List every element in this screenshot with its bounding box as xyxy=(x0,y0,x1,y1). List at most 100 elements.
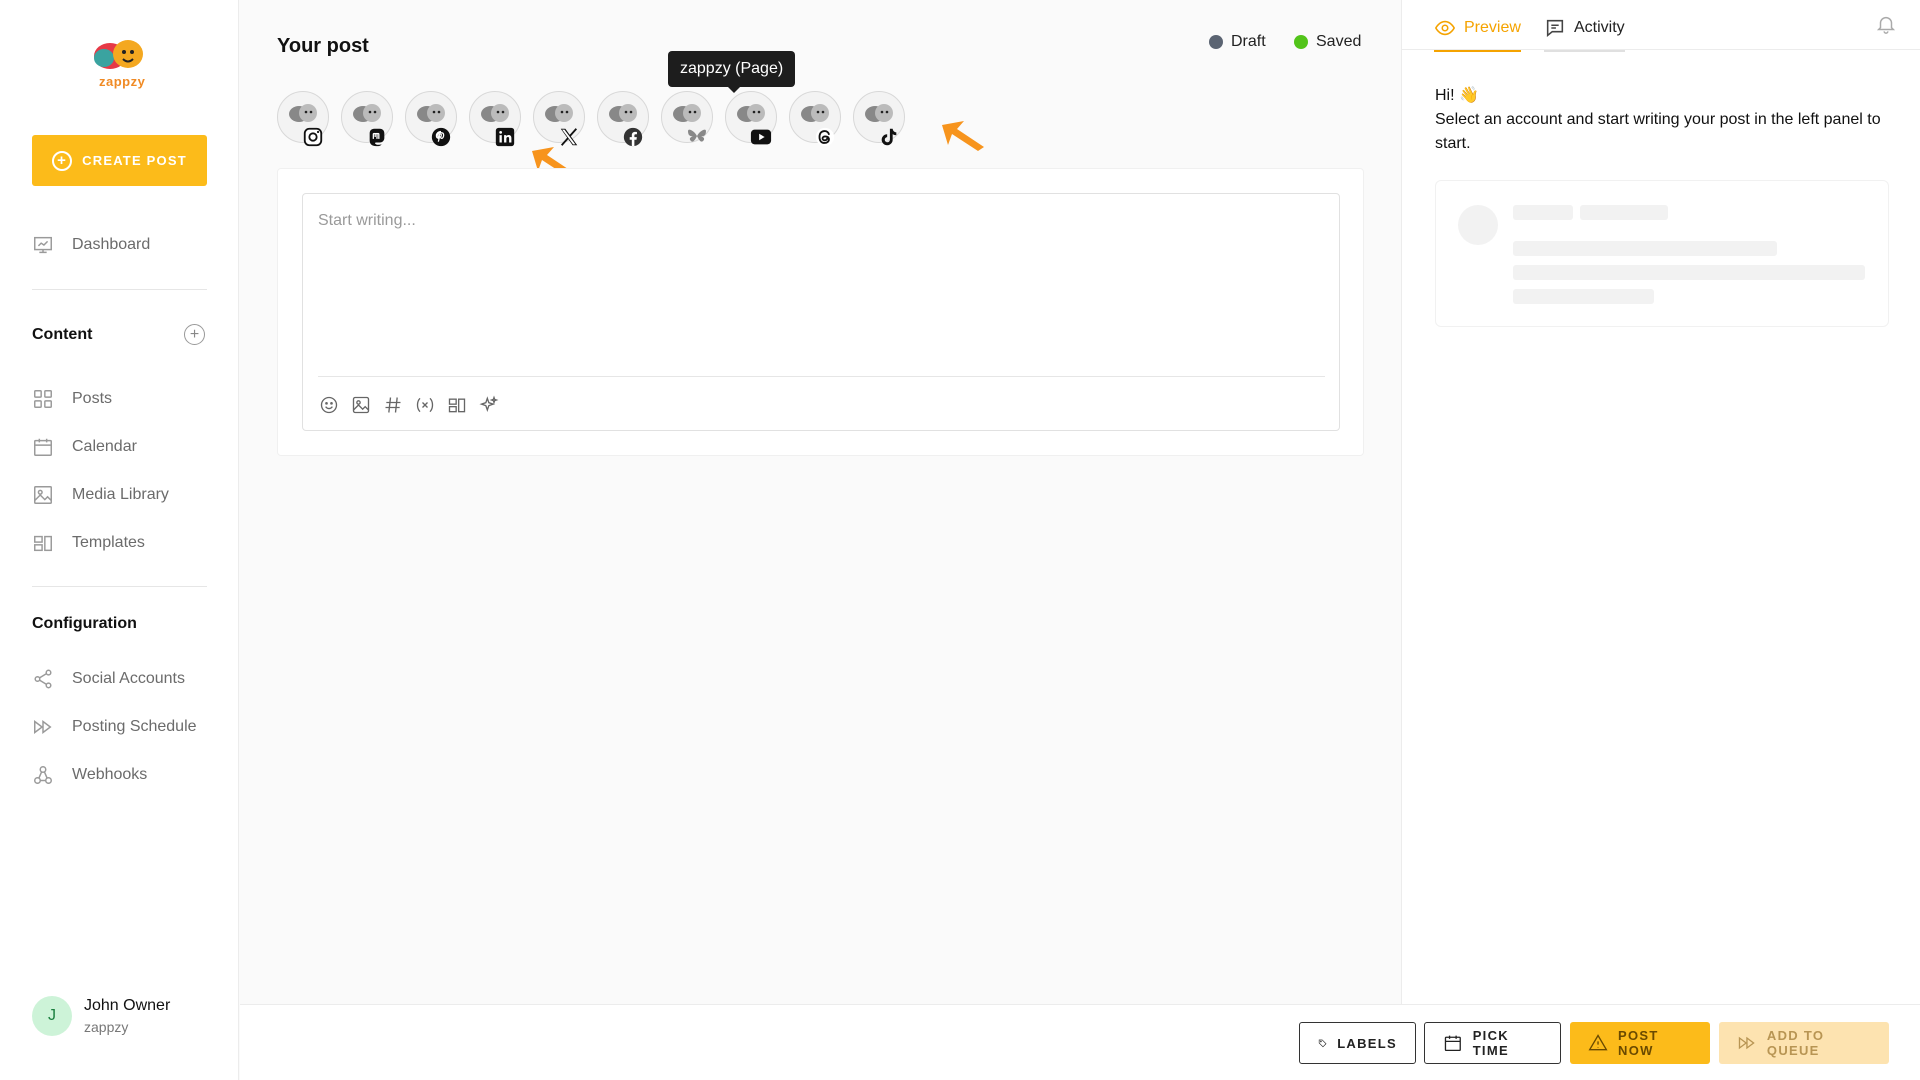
account-x[interactable] xyxy=(533,91,585,149)
labels-button[interactable]: LABELS xyxy=(1299,1022,1416,1064)
dashboard-icon xyxy=(34,236,52,254)
status-saved: Saved xyxy=(1294,33,1361,51)
preview-message: Hi! 👋 Select an account and start writin… xyxy=(1435,84,1895,156)
tab-activity[interactable]: Activity xyxy=(1544,17,1625,52)
content-section-title: Content xyxy=(32,326,93,343)
variable-icon[interactable] xyxy=(414,394,436,416)
avatar: J xyxy=(32,996,72,1036)
configuration-section-title: Configuration xyxy=(32,615,137,632)
preview-instructions: Select an account and start writing your… xyxy=(1435,111,1881,152)
account-tiktok[interactable] xyxy=(853,91,905,149)
create-post-label: CREATE POST xyxy=(82,153,187,168)
sidebar: zappzy + CREATE POST Dashboard Content +… xyxy=(0,0,239,1080)
schedule-icon xyxy=(1738,1036,1755,1050)
user-profile[interactable]: J John Owner zappzy xyxy=(32,996,170,1036)
sidebar-divider xyxy=(32,289,207,290)
tab-preview[interactable]: Preview xyxy=(1434,17,1521,52)
nav-posting-schedule-label: Posting Schedule xyxy=(72,718,197,735)
tag-icon xyxy=(1318,1039,1327,1048)
skeleton-line xyxy=(1513,265,1865,280)
share-icon xyxy=(34,669,52,689)
nav-dashboard-label: Dashboard xyxy=(72,236,151,253)
sidebar-divider xyxy=(32,586,207,587)
nav-webhooks[interactable]: Webhooks xyxy=(32,764,147,786)
nav-posts[interactable]: Posts xyxy=(32,388,112,410)
post-now-button-label: POST NOW xyxy=(1618,1028,1659,1058)
pinterest-icon xyxy=(429,125,453,149)
warning-icon xyxy=(1588,1034,1608,1051)
nav-templates-label: Templates xyxy=(72,534,145,551)
tab-preview-label: Preview xyxy=(1464,19,1521,36)
hashtag-icon[interactable] xyxy=(382,394,404,416)
template-icon[interactable] xyxy=(446,394,468,416)
nav-dashboard[interactable]: Dashboard xyxy=(32,234,150,256)
account-facebook[interactable] xyxy=(597,91,649,149)
nav-calendar[interactable]: Calendar xyxy=(32,436,137,458)
template-icon xyxy=(34,535,52,552)
account-pinterest[interactable] xyxy=(405,91,457,149)
skeleton-avatar xyxy=(1458,205,1498,245)
nav-posting-schedule[interactable]: Posting Schedule xyxy=(32,716,197,738)
logo-text: zappzy xyxy=(99,74,146,89)
threads-icon xyxy=(813,125,837,149)
grid-icon xyxy=(34,390,52,408)
emoji-icon[interactable] xyxy=(318,394,340,416)
image-icon[interactable] xyxy=(350,394,372,416)
add-content-button[interactable]: + xyxy=(184,324,205,345)
draft-dot-icon xyxy=(1209,35,1223,49)
account-youtube[interactable] xyxy=(725,91,777,149)
hint-arrow-icon xyxy=(942,121,984,151)
user-org: zappzy xyxy=(84,1019,129,1035)
nav-media-library[interactable]: Media Library xyxy=(32,484,169,506)
saved-dot-icon xyxy=(1294,35,1308,49)
webhook-icon xyxy=(34,766,52,784)
account-selector xyxy=(277,91,905,149)
calendar-icon xyxy=(34,438,52,456)
nav-media-library-label: Media Library xyxy=(72,486,169,503)
status-draft-label: Draft xyxy=(1231,33,1266,50)
account-tooltip: zappzy (Page) xyxy=(668,51,796,93)
add-to-queue-button[interactable]: ADD TO QUEUE xyxy=(1719,1022,1889,1064)
preview-skeleton xyxy=(1435,180,1889,327)
instagram-icon xyxy=(301,125,325,149)
nav-posts-label: Posts xyxy=(72,390,113,407)
tiktok-icon xyxy=(877,125,901,149)
editor-card xyxy=(277,168,1364,456)
account-bluesky[interactable] xyxy=(661,91,713,149)
editor-toolbar xyxy=(318,394,500,416)
image-icon xyxy=(34,486,52,504)
status-draft: Draft xyxy=(1209,33,1266,51)
post-editor xyxy=(302,193,1340,431)
schedule-icon xyxy=(34,720,52,734)
mastodon-icon xyxy=(365,125,389,149)
labels-button-label: LABELS xyxy=(1337,1035,1397,1051)
account-threads[interactable] xyxy=(789,91,841,149)
page-title: Your post xyxy=(277,35,369,57)
post-now-button[interactable]: POST NOW xyxy=(1570,1022,1710,1064)
comment-icon xyxy=(1546,19,1564,37)
skeleton-line xyxy=(1513,205,1573,220)
greeting: Hi! 👋 xyxy=(1435,87,1479,104)
nav-social-accounts[interactable]: Social Accounts xyxy=(32,668,185,690)
skeleton-line xyxy=(1513,241,1777,256)
preview-panel: Preview Activity Hi! 👋 Select an account… xyxy=(1401,0,1920,1004)
account-instagram[interactable] xyxy=(277,91,329,149)
calendar-icon xyxy=(1444,1035,1461,1052)
add-to-queue-button-label: ADD TO QUEUE xyxy=(1766,1028,1825,1058)
nav-templates[interactable]: Templates xyxy=(32,532,145,554)
app-logo[interactable]: zappzy xyxy=(84,34,156,92)
create-post-button[interactable]: + CREATE POST xyxy=(32,135,207,186)
pick-time-button[interactable]: PICK TIME xyxy=(1424,1022,1561,1064)
nav-social-accounts-label: Social Accounts xyxy=(72,670,185,687)
account-linkedin[interactable] xyxy=(469,91,521,149)
account-mastodon[interactable] xyxy=(341,91,393,149)
post-text-input[interactable] xyxy=(318,212,1318,362)
plus-circle-icon: + xyxy=(52,150,73,171)
user-name: John Owner xyxy=(84,997,171,1014)
bell-icon[interactable] xyxy=(1875,13,1897,35)
ai-sparkle-icon[interactable] xyxy=(478,394,500,416)
eye-icon xyxy=(1434,20,1456,36)
pick-time-button-label: PICK TIME xyxy=(1472,1028,1509,1058)
skeleton-line xyxy=(1580,205,1668,220)
status-saved-label: Saved xyxy=(1316,33,1362,50)
